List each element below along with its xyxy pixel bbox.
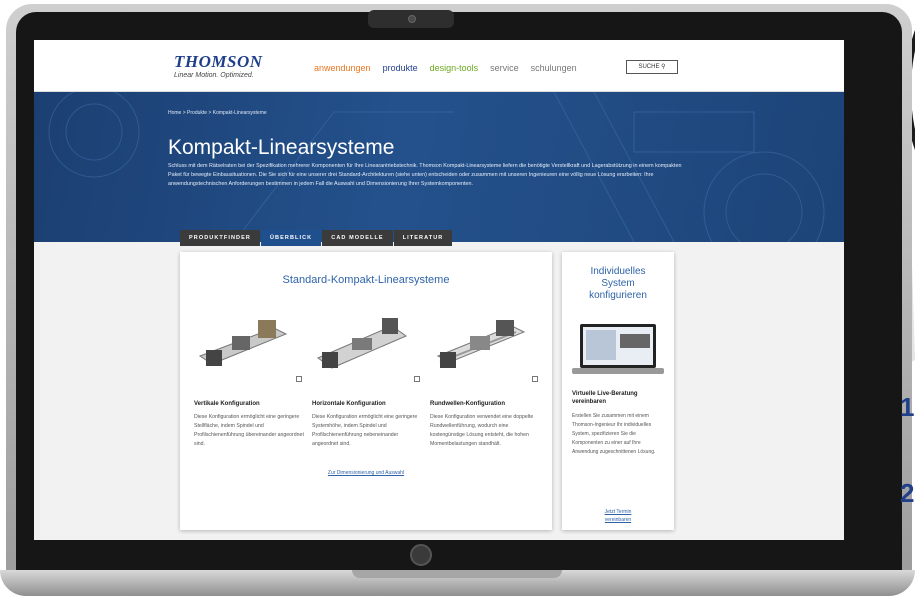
side-card-description: Erstellen Sie zusammen mit einem Thomson…: [572, 413, 656, 455]
expand-icon[interactable]: [532, 376, 538, 382]
side-card-subtitle: Virtuelle Live-Beratung vereinbaren: [572, 390, 638, 406]
hero-banner: Home > Produkte > Kompakt-Linearsysteme …: [34, 92, 844, 242]
logo-tagline: Linear Motion. Optimized.: [174, 72, 254, 79]
page-title: Kompakt-Linearsysteme: [168, 136, 395, 159]
breadcrumb[interactable]: Home > Produkte > Kompakt-Linearsysteme: [168, 110, 267, 116]
browser-screen: THOMSON Linear Motion. Optimized. anwend…: [34, 40, 844, 540]
link-line: vereinbaren: [604, 517, 632, 523]
side-title-line: konfigurieren: [589, 290, 647, 301]
product-title: Rundwellen-Konfiguration: [430, 401, 505, 407]
overlay-number-2: 2: [900, 478, 915, 508]
product-title: Horizontale Konfiguration: [312, 401, 386, 407]
nav-item-service[interactable]: service: [490, 63, 519, 73]
content-tabs: PRODUKTFINDER ÜBERBLICK CAD MODELLE LITE…: [180, 230, 453, 246]
product-description: Diese Konfiguration ermöglicht eine geri…: [194, 414, 304, 447]
expand-icon[interactable]: [414, 376, 420, 382]
laptop-base: [0, 570, 915, 596]
side-subtitle-line: vereinbaren: [572, 399, 607, 405]
tab-cad-modelle[interactable]: CAD MODELLE: [322, 230, 393, 246]
sizing-link[interactable]: Zur Dimensionierung und Auswahl: [180, 470, 552, 476]
laptop-base-notch: [352, 570, 562, 578]
side-title-line: System: [601, 278, 635, 289]
book-appointment-link[interactable]: Jetzt Termin vereinbaren: [562, 508, 674, 524]
product-title: Vertikale Konfiguration: [194, 401, 260, 407]
laptop-screenshot: THOMSON Linear Motion. Optimized. anwend…: [0, 0, 915, 596]
product-horizontal[interactable]: Horizontale Konfiguration Diese Konfigur…: [312, 314, 424, 449]
product-image-horizontal: [316, 318, 408, 369]
site-header: THOMSON Linear Motion. Optimized. anwend…: [34, 40, 844, 92]
side-title-line: Individuelles: [590, 266, 646, 277]
thomson-logo[interactable]: THOMSON Linear Motion. Optimized.: [174, 52, 263, 79]
product-round-shaft[interactable]: Rundwellen-Konfiguration Diese Konfigura…: [430, 314, 542, 449]
product-image-round-shaft: [436, 320, 526, 368]
nav-item-design-tools[interactable]: design-tools: [430, 63, 479, 73]
product-description: Diese Konfiguration ermöglicht eine geri…: [312, 414, 418, 447]
expand-icon[interactable]: [296, 376, 302, 382]
search-button[interactable]: SUCHE ⚲: [626, 60, 678, 74]
product-vertical[interactable]: Vertikale Konfiguration Diese Konfigurat…: [194, 314, 306, 449]
configure-system-card: Individuelles System konfigurieren Virtu…: [562, 252, 674, 530]
search-label: SUCHE: [638, 64, 660, 70]
main-navigation: anwendungen produkte design-tools servic…: [314, 63, 577, 73]
video-call-laptop-image: [572, 324, 664, 374]
camera-housing: [368, 10, 454, 28]
laptop-home-button: [410, 544, 432, 566]
nav-item-anwendungen[interactable]: anwendungen: [314, 63, 371, 73]
link-line: Jetzt Termin: [604, 509, 632, 515]
search-icon: ⚲: [661, 64, 666, 70]
standard-systems-card: Standard-Kompakt-Linearsysteme Vertikale…: [180, 252, 552, 530]
nav-item-produkte[interactable]: produkte: [383, 63, 418, 73]
product-description: Diese Konfiguration verwendet eine doppe…: [430, 414, 534, 447]
logo-wordmark: THOMSON: [174, 52, 263, 71]
side-card-title: Individuelles System konfigurieren: [562, 266, 674, 302]
page-description: Schluss mit dem Rätselraten bei der Spez…: [168, 163, 682, 187]
nav-item-schulungen[interactable]: schulungen: [531, 63, 577, 73]
overlay-number-1: 1: [900, 392, 915, 422]
tab-literatur[interactable]: LITERATUR: [393, 230, 453, 246]
tab-produktfinder[interactable]: PRODUKTFINDER: [180, 230, 260, 246]
camera-icon: [408, 15, 416, 23]
card-title: Standard-Kompakt-Linearsysteme: [282, 274, 450, 286]
side-subtitle-line: Virtuelle Live-Beratung: [572, 391, 638, 397]
tab-ueberblick[interactable]: ÜBERBLICK: [260, 230, 322, 246]
product-image-vertical: [198, 320, 288, 366]
